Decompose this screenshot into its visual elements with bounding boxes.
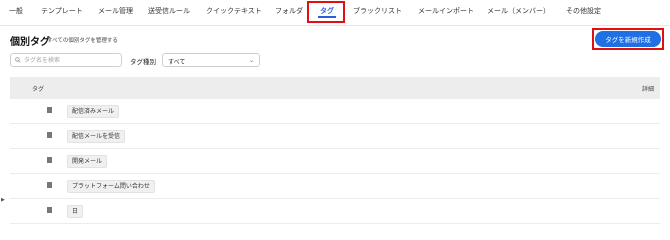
page-subtitle: すべての個別タグを管理する (47, 38, 118, 44)
tab-quick-text[interactable]: クイックテキスト (206, 6, 262, 16)
tab-mail-import[interactable]: メールインポート (418, 6, 474, 16)
table-row[interactable]: 配信メールを受信 (10, 124, 660, 149)
tag-chip: 配信メールを受信 (67, 130, 126, 143)
column-header-detail: 詳細 (641, 86, 654, 93)
tab-other-settings[interactable]: その他設定 (566, 6, 601, 16)
tab-send-receive-rules[interactable]: 送受信ルール (148, 6, 190, 16)
tag-icon (47, 182, 52, 189)
table-header: タグ 詳細 (10, 77, 660, 99)
tag-icon (47, 207, 52, 214)
sidebar-expand-icon[interactable]: ▶ (1, 197, 5, 203)
tag-chip: 配信済みメール (67, 105, 120, 118)
tag-search-input[interactable] (24, 55, 118, 65)
tag-search-field[interactable] (10, 53, 122, 67)
tab-blacklist[interactable]: ブラックリスト (353, 6, 402, 16)
tag-type-value: すべて (168, 59, 186, 66)
tag-icon (47, 132, 52, 139)
page-title: 個別タグ (10, 37, 50, 48)
tab-templates[interactable]: テンプレート (41, 6, 83, 16)
column-header-tag: タグ (32, 86, 45, 93)
tag-chip: プラットフォーム問い合わせ (67, 180, 155, 193)
tag-type-select[interactable]: すべて ⌄ (162, 53, 260, 67)
active-tab-highlight (307, 1, 345, 23)
table-row[interactable]: 日 (10, 199, 660, 224)
tab-folders[interactable]: フォルダ (275, 6, 303, 16)
tag-icon (47, 157, 52, 164)
tab-general[interactable]: 一般 (9, 6, 23, 16)
tag-chip: 日 (67, 205, 84, 218)
search-icon (15, 57, 21, 63)
table-row[interactable]: 配信済みメール (10, 99, 660, 124)
table-row[interactable]: プラットフォーム問い合わせ (10, 174, 660, 199)
tab-mail-management[interactable]: メール管理 (98, 6, 133, 16)
create-button-highlight (592, 28, 664, 50)
settings-tab-bar: 一般 テンプレート メール管理 送受信ルール クイックテキスト フォルダ タグ … (0, 0, 670, 26)
chevron-down-icon: ⌄ (248, 57, 254, 64)
tag-type-label: タグ種別 (130, 58, 156, 66)
tag-icon (47, 107, 52, 114)
table-row[interactable]: 開発メール (10, 149, 660, 174)
tag-chip: 開発メール (67, 155, 108, 168)
tab-mail-members[interactable]: メール（メンバー） (487, 6, 550, 16)
